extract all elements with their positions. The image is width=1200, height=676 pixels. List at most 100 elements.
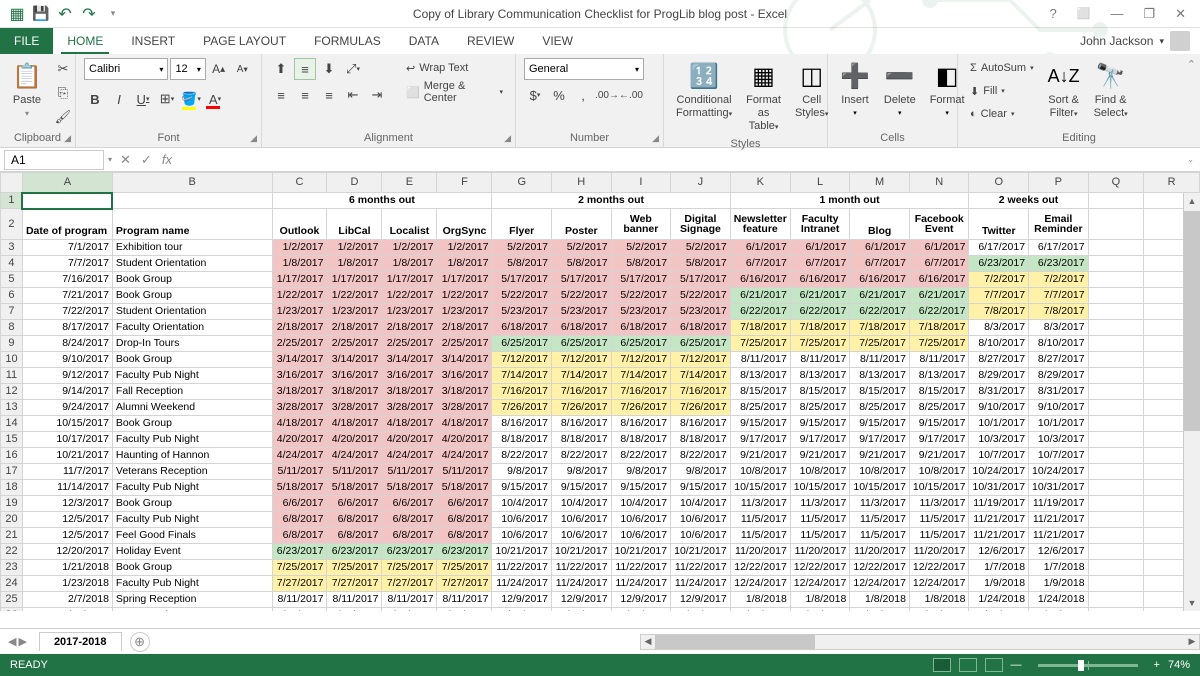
excel-icon[interactable]: ▦ [6, 3, 28, 25]
normal-view-button[interactable] [933, 658, 951, 672]
cell-styles-button[interactable]: ◫ CellStyles▾ [791, 58, 832, 122]
sheet-nav-next[interactable]: ▶ [18, 635, 26, 648]
row-header-5[interactable]: 5 [1, 272, 23, 288]
page-break-view-button[interactable] [985, 658, 1003, 672]
number-launcher[interactable]: ◢ [652, 133, 659, 144]
cell-A1[interactable] [22, 193, 112, 209]
row-header-15[interactable]: 15 [1, 432, 23, 448]
col-header-G[interactable]: G [492, 173, 552, 193]
row-header-21[interactable]: 21 [1, 528, 23, 544]
accounting-button[interactable]: $▾ [524, 84, 546, 106]
bold-button[interactable]: B [84, 88, 106, 110]
add-sheet-button[interactable]: ⊕ [130, 632, 150, 652]
increase-decimal-button[interactable]: .00→ [596, 84, 618, 106]
borders-button[interactable]: ⊞▾ [156, 88, 178, 110]
align-bottom-button[interactable]: ⬇ [318, 58, 340, 80]
name-box[interactable]: A1 [4, 150, 104, 170]
row-header-20[interactable]: 20 [1, 512, 23, 528]
help-button[interactable]: ? [1044, 6, 1063, 21]
page-layout-view-button[interactable] [959, 658, 977, 672]
col-header-N[interactable]: N [909, 173, 969, 193]
row-header-7[interactable]: 7 [1, 304, 23, 320]
sheet-tab[interactable]: 2017-2018 [39, 632, 122, 651]
tab-insert[interactable]: INSERT [117, 28, 189, 54]
sort-filter-button[interactable]: A↓ZSort &Filter▾ [1044, 58, 1084, 122]
row-header-17[interactable]: 17 [1, 464, 23, 480]
col-header-K[interactable]: K [730, 173, 790, 193]
col-header-I[interactable]: I [611, 173, 671, 193]
row-header-22[interactable]: 22 [1, 544, 23, 560]
select-all-cell[interactable] [1, 173, 23, 193]
col-header-J[interactable]: J [671, 173, 731, 193]
restore-button[interactable]: ❐ [1137, 6, 1161, 22]
tab-file[interactable]: FILE [0, 28, 53, 54]
find-select-button[interactable]: 🔭Find &Select▾ [1090, 58, 1132, 122]
col-header-M[interactable]: M [850, 173, 910, 193]
cancel-formula-button[interactable]: ✕ [120, 152, 131, 168]
conditional-formatting-button[interactable]: 🔢 ConditionalFormatting▾ [672, 58, 736, 122]
row-header-11[interactable]: 11 [1, 368, 23, 384]
clear-button[interactable]: ◐Clear▾ [966, 104, 1038, 124]
row-header-3[interactable]: 3 [1, 240, 23, 256]
col-header-R[interactable]: R [1144, 173, 1200, 193]
increase-indent-button[interactable]: ⇥ [366, 84, 388, 106]
col-header-D[interactable]: D [327, 173, 382, 193]
font-size-combo[interactable]: 12▾ [170, 58, 205, 80]
align-top-button[interactable]: ⬆ [270, 58, 292, 80]
row-header-25[interactable]: 25 [1, 592, 23, 608]
zoom-slider[interactable] [1038, 664, 1138, 667]
col-header-B[interactable]: B [112, 173, 272, 193]
redo-button[interactable]: ↷ [78, 3, 100, 25]
align-right-button[interactable]: ≡ [318, 84, 340, 106]
expand-formula-bar[interactable]: ⌄ [1187, 155, 1200, 164]
autosum-button[interactable]: ΣAutoSum▾ [966, 58, 1038, 78]
tab-review[interactable]: REVIEW [453, 28, 528, 54]
scroll-down-button[interactable]: ▼ [1184, 595, 1200, 611]
increase-font-button[interactable]: A▴ [208, 58, 230, 80]
col-header-F[interactable]: F [437, 173, 492, 193]
col-header-H[interactable]: H [552, 173, 612, 193]
fx-button[interactable]: fx [162, 152, 172, 167]
row-header-24[interactable]: 24 [1, 576, 23, 592]
col-header-E[interactable]: E [382, 173, 437, 193]
row-header-26[interactable]: 26 [1, 608, 23, 612]
insert-cells-button[interactable]: ➕Insert▾ [836, 58, 874, 119]
row-header-13[interactable]: 13 [1, 400, 23, 416]
tab-formulas[interactable]: FORMULAS [300, 28, 395, 54]
row-header-1[interactable]: 1 [1, 193, 23, 209]
zoom-in-button[interactable]: + [1154, 659, 1160, 671]
format-as-table-button[interactable]: ▦ Format asTable▾ [742, 58, 785, 136]
orientation-button[interactable]: ⤢▾ [342, 58, 364, 80]
format-painter-button[interactable]: 🖌 [52, 106, 74, 128]
font-color-button[interactable]: A▾ [204, 88, 226, 110]
enter-formula-button[interactable]: ✓ [141, 152, 152, 168]
align-middle-button[interactable]: ≡ [294, 58, 316, 80]
row-header-2[interactable]: 2 [1, 209, 23, 240]
number-format-combo[interactable]: General▾ [524, 58, 644, 80]
align-center-button[interactable]: ≡ [294, 84, 316, 106]
row-header-8[interactable]: 8 [1, 320, 23, 336]
scroll-up-button[interactable]: ▲ [1184, 193, 1200, 209]
col-header-P[interactable]: P [1029, 173, 1089, 193]
font-name-combo[interactable]: Calibri▾ [84, 58, 168, 80]
vertical-scrollbar[interactable]: ▲ ▼ [1183, 193, 1200, 611]
wrap-text-button[interactable]: ↩Wrap Text [402, 58, 507, 78]
collapse-ribbon-button[interactable]: ⌃ [1187, 58, 1196, 71]
sheet-nav-prev[interactable]: ◀ [8, 635, 16, 648]
col-header-O[interactable]: O [969, 173, 1029, 193]
cut-button[interactable]: ✂ [52, 58, 74, 80]
row-header-16[interactable]: 16 [1, 448, 23, 464]
col-header-A[interactable]: A [22, 173, 112, 193]
scroll-left-button[interactable]: ◀ [641, 635, 655, 649]
zoom-out-button[interactable]: — [1011, 659, 1022, 671]
row-header-6[interactable]: 6 [1, 288, 23, 304]
col-header-Q[interactable]: Q [1088, 173, 1144, 193]
zoom-level[interactable]: 74% [1168, 659, 1190, 671]
row-header-19[interactable]: 19 [1, 496, 23, 512]
user-area[interactable]: John Jackson ▾ [1080, 28, 1200, 54]
underline-button[interactable]: U▾ [132, 88, 154, 110]
col-header-C[interactable]: C [272, 173, 327, 193]
clipboard-launcher[interactable]: ◢ [64, 133, 71, 144]
italic-button[interactable]: I [108, 88, 130, 110]
comma-button[interactable]: , [572, 84, 594, 106]
